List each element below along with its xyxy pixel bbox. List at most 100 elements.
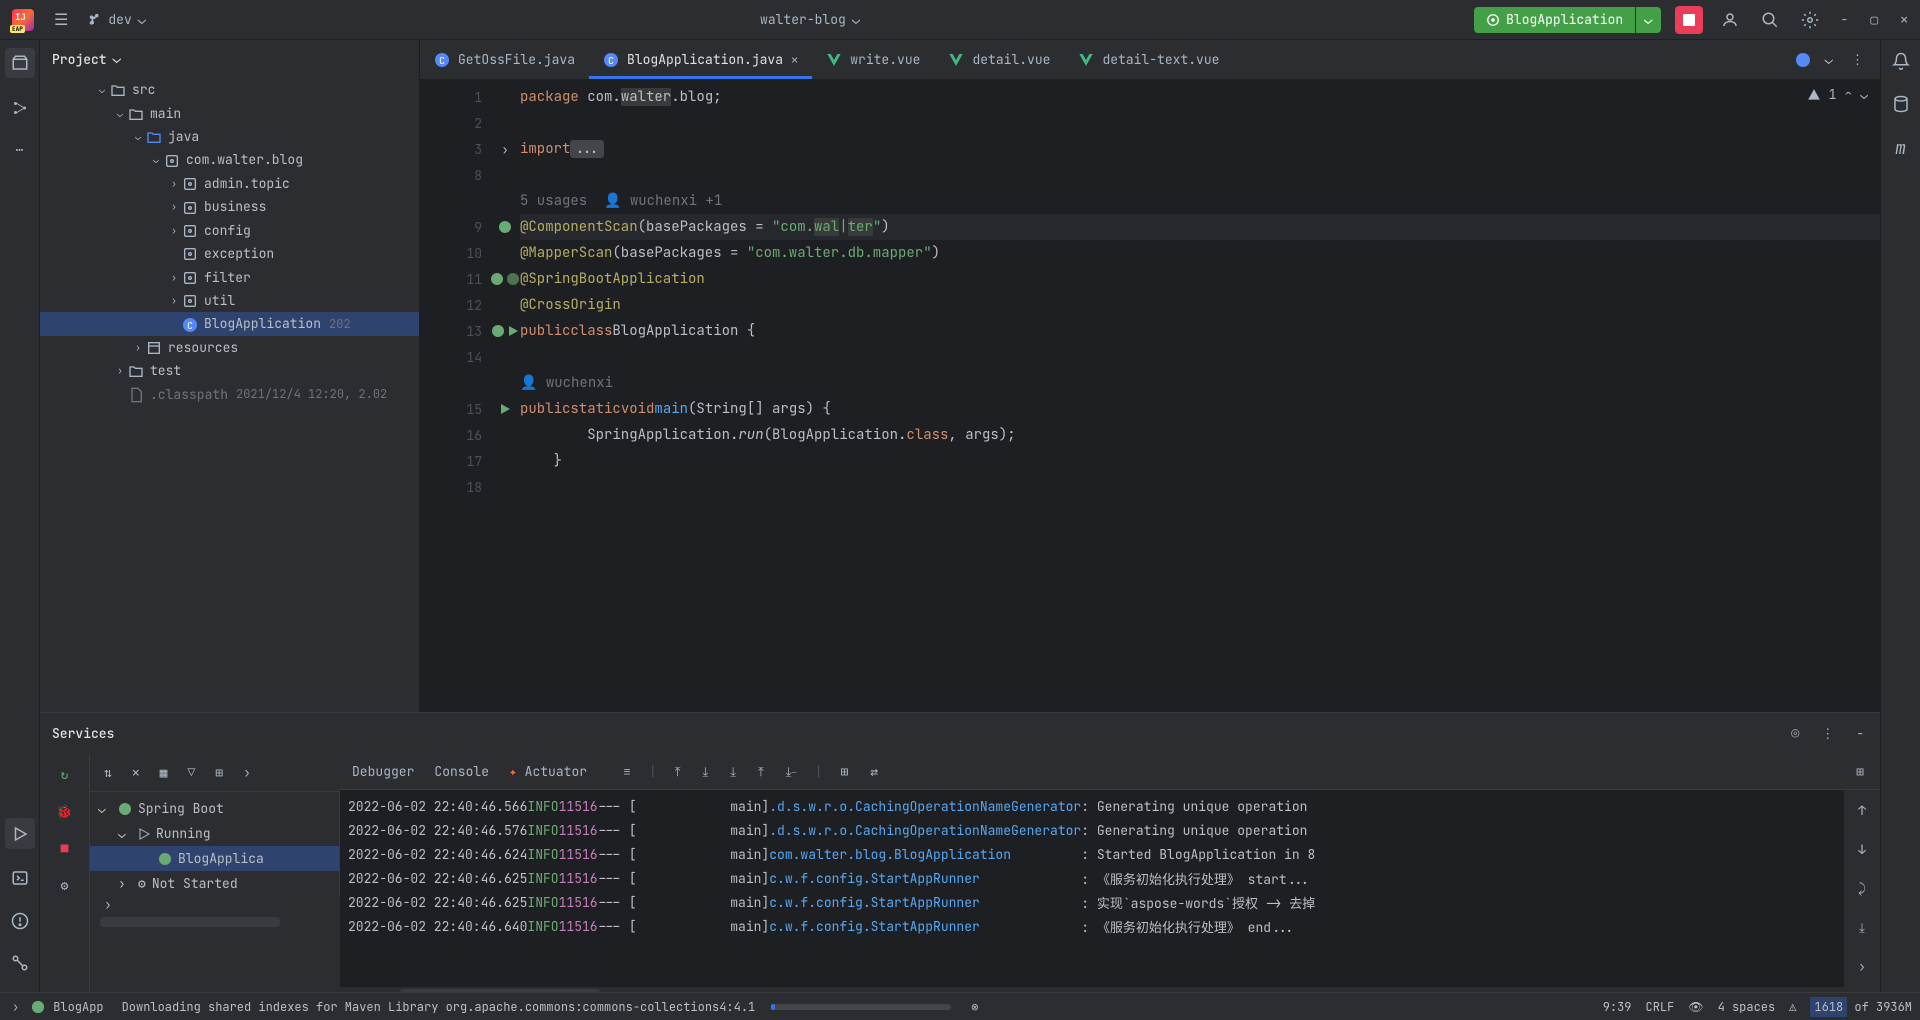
- project-panel-header[interactable]: Project: [40, 40, 419, 78]
- bg-task[interactable]: Downloading shared indexes for Maven Lib…: [122, 999, 756, 1015]
- run-config-chevron[interactable]: [1636, 7, 1660, 33]
- maven-icon[interactable]: m: [1891, 133, 1910, 164]
- expand-icon[interactable]: ›: [239, 760, 255, 785]
- services-tree-item[interactable]: ›⚙Not Started: [90, 871, 339, 896]
- structure-tool-icon[interactable]: [7, 94, 33, 120]
- hamburger-icon[interactable]: ☰: [50, 5, 72, 34]
- upload-icon[interactable]: ⤒: [754, 759, 768, 784]
- wrap-icon[interactable]: ⤸: [1854, 876, 1870, 901]
- problems-tool-icon[interactable]: [7, 907, 33, 933]
- left-toolbar: ⋯: [0, 40, 40, 992]
- tree-item[interactable]: ⌄src: [40, 78, 419, 101]
- console-tab[interactable]: Console: [434, 759, 489, 784]
- tree-item[interactable]: ›resources: [40, 336, 419, 359]
- memory[interactable]: 1618 of 3936M: [1810, 999, 1912, 1015]
- filter-icon[interactable]: ▽: [183, 760, 199, 785]
- expand-tree-icon[interactable]: ›: [100, 892, 116, 917]
- scroll-down-icon[interactable]: ↓: [1854, 837, 1870, 862]
- services-tree-item[interactable]: ⌄Spring Boot: [90, 796, 339, 821]
- scroll-end-icon[interactable]: ⤓⎯: [782, 759, 801, 784]
- tree-item[interactable]: ›config: [40, 219, 419, 242]
- minimize-panel-icon[interactable]: −: [1852, 721, 1868, 746]
- close-icon[interactable]: ✕: [1896, 7, 1912, 32]
- editor-tab[interactable]: write.vue: [812, 40, 934, 79]
- scroll-start-icon[interactable]: ⤒: [671, 759, 685, 784]
- inspection-widget[interactable]: 1 ⌃ ⌄: [1807, 86, 1868, 103]
- project-selector[interactable]: walter-blog: [760, 11, 860, 29]
- readonly-icon[interactable]: 👁: [1688, 999, 1703, 1015]
- maximize-icon[interactable]: ▢: [1866, 7, 1882, 32]
- gear-icon[interactable]: [1797, 6, 1823, 32]
- expand-right-icon[interactable]: ›: [1854, 954, 1870, 979]
- services-title: Services: [52, 725, 114, 742]
- download2-icon[interactable]: ⤓: [726, 759, 740, 784]
- terminal-tool-icon[interactable]: [7, 865, 33, 891]
- tree-item[interactable]: exception: [40, 242, 419, 265]
- cancel-task-icon[interactable]: ⊗: [967, 995, 982, 1019]
- tab-list-icon[interactable]: [1821, 47, 1837, 73]
- table-icon[interactable]: ⊞: [836, 759, 852, 784]
- git-branch[interactable]: dev: [88, 11, 146, 29]
- tree-item[interactable]: ⌄main: [40, 101, 419, 124]
- grid-icon[interactable]: ▦: [156, 760, 172, 785]
- run-config-button[interactable]: BlogApplication: [1474, 7, 1635, 33]
- settings-icon[interactable]: ⚙: [57, 873, 73, 898]
- download-icon[interactable]: ⤓: [698, 759, 712, 784]
- tree-item[interactable]: CBlogApplication202: [40, 312, 419, 335]
- editor-tab[interactable]: detail-text.vue: [1064, 40, 1233, 79]
- tree-item[interactable]: ›filter: [40, 265, 419, 288]
- tree-item[interactable]: ⌄com.walter.blog: [40, 148, 419, 171]
- line-separator[interactable]: CRLF: [1646, 999, 1675, 1015]
- more-icon[interactable]: ⋮: [1817, 721, 1838, 746]
- tools-icon[interactable]: ›: [8, 995, 23, 1019]
- tab-more-icon[interactable]: ⋮: [1847, 47, 1868, 72]
- collapse-icon[interactable]: ⇅: [100, 760, 116, 785]
- project-tool-icon[interactable]: [5, 48, 35, 78]
- search-icon[interactable]: [1757, 6, 1783, 32]
- chevron-down-icon: [113, 50, 121, 68]
- scroll-bottom-icon[interactable]: ⤓: [1855, 915, 1869, 940]
- close-tab-icon[interactable]: ✕: [791, 52, 798, 68]
- notifications-icon[interactable]: [1888, 48, 1914, 74]
- user-icon[interactable]: [1717, 6, 1743, 32]
- tree-item[interactable]: ›admin.topic: [40, 172, 419, 195]
- scroll-up-icon[interactable]: ↑: [1854, 798, 1870, 823]
- debug-icon[interactable]: 🐞: [52, 799, 76, 824]
- running-app[interactable]: BlogApp: [53, 999, 103, 1015]
- right-toolbar: m: [1880, 40, 1920, 992]
- close-tab-icon[interactable]: ✕: [128, 760, 144, 785]
- prev-icon[interactable]: ⌃: [1844, 86, 1852, 103]
- target-icon[interactable]: ◎: [1787, 721, 1803, 746]
- soft-wrap-icon[interactable]: ≡: [619, 759, 635, 784]
- tree-item[interactable]: .classpath2021/12/4 12:20, 2.02: [40, 382, 419, 405]
- tree-item[interactable]: ⌄java: [40, 125, 419, 148]
- vcs-tool-icon[interactable]: [7, 950, 33, 976]
- services-tree-item[interactable]: BlogApplica: [90, 846, 339, 871]
- add-icon[interactable]: ⊞: [211, 760, 227, 785]
- tree-item[interactable]: ›business: [40, 195, 419, 218]
- code-editor[interactable]: 12389101112131415161718 › 1 ⌃ ⌄ package …: [420, 80, 1880, 712]
- next-icon[interactable]: ⌄: [1860, 86, 1868, 103]
- layout-icon[interactable]: ⊞: [1852, 759, 1868, 784]
- services-tool-icon[interactable]: [5, 818, 35, 848]
- stop-button[interactable]: [1675, 6, 1703, 34]
- console-line: 2022-06-02 22:40:46.625 INFO 11516 --- […: [348, 866, 1836, 890]
- indent[interactable]: 4 spaces: [1718, 999, 1776, 1015]
- rerun-icon[interactable]: ↻: [57, 762, 73, 787]
- editor-tab[interactable]: CBlogApplication.java✕: [589, 40, 812, 79]
- tree-icon[interactable]: ⇄: [866, 759, 882, 784]
- editor-tab[interactable]: detail.vue: [934, 40, 1064, 79]
- debugger-tab[interactable]: Debugger: [352, 759, 414, 784]
- actuator-tab[interactable]: ✦ Actuator: [509, 759, 587, 784]
- services-tree-item[interactable]: ⌄Running: [90, 821, 339, 846]
- minimize-icon[interactable]: −: [1837, 7, 1853, 32]
- tree-item[interactable]: ›util: [40, 289, 419, 312]
- more-tool-icon[interactable]: ⋯: [12, 137, 28, 162]
- database-icon[interactable]: [1888, 90, 1914, 116]
- editor-tab[interactable]: CGetOssFile.java: [420, 40, 589, 79]
- editor-tabs: CGetOssFile.javaCBlogApplication.java✕wr…: [420, 40, 1880, 80]
- progress-bar[interactable]: [771, 1004, 951, 1010]
- tree-item[interactable]: ›test: [40, 359, 419, 382]
- stop-icon[interactable]: ■: [57, 836, 73, 861]
- inspection-icon[interactable]: ⚠: [1789, 999, 1796, 1015]
